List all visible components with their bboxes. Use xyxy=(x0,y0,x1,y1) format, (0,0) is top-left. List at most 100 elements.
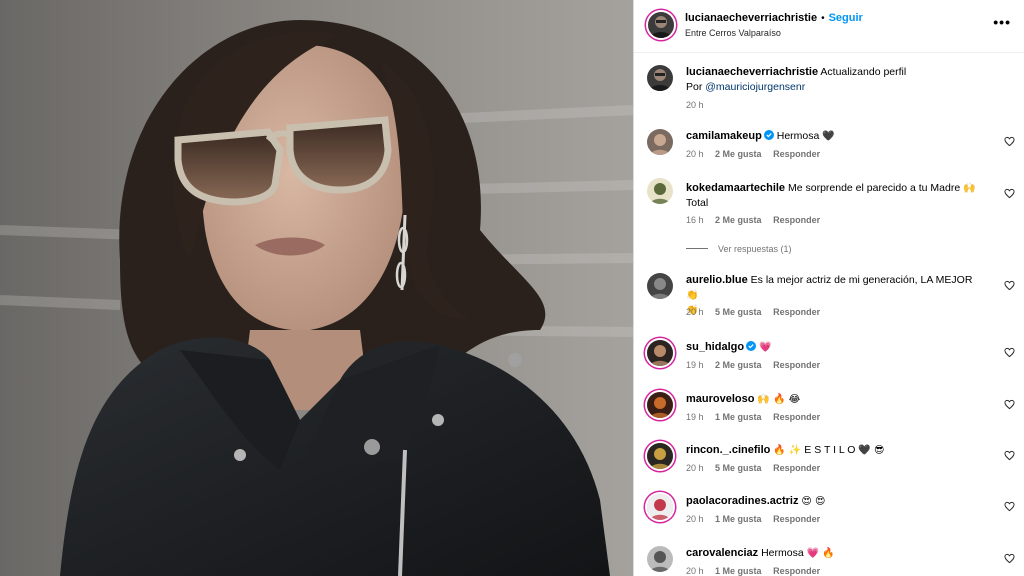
separator-dot: • xyxy=(821,13,825,24)
comment-text: Hermosa xyxy=(776,130,820,142)
comment-likes[interactable]: 1 Me gusta xyxy=(715,566,762,576)
follow-button[interactable]: Seguir xyxy=(829,12,863,24)
commenter-avatar[interactable] xyxy=(647,443,673,469)
like-heart-icon[interactable] xyxy=(1004,553,1015,564)
comment-likes[interactable]: 1 Me gusta xyxy=(715,514,762,524)
like-heart-icon[interactable] xyxy=(1004,188,1015,199)
comment-likes[interactable]: 5 Me gusta xyxy=(715,307,762,317)
caption-text-block: lucianaecheverriachristie Actualizando p… xyxy=(686,65,986,95)
like-heart-icon[interactable] xyxy=(1004,347,1015,358)
commenter-username[interactable]: paolacoradines.actriz xyxy=(686,495,799,507)
reply-button[interactable]: Responder xyxy=(773,412,820,422)
commenter-avatar[interactable] xyxy=(647,546,673,572)
like-heart-icon[interactable] xyxy=(1004,501,1015,512)
location-link[interactable]: Entre Cerros Valparaíso xyxy=(685,28,781,38)
commenter-avatar[interactable] xyxy=(647,340,673,366)
view-replies-label[interactable]: Ver respuestas (1) xyxy=(718,244,792,254)
comment-meta: 20 h 5 Me gusta Responder xyxy=(686,307,829,317)
reply-button[interactable]: Responder xyxy=(773,566,820,576)
verified-badge-icon xyxy=(746,341,757,351)
commenter-avatar[interactable] xyxy=(647,129,673,155)
comment-likes[interactable]: 2 Me gusta xyxy=(715,360,762,370)
commenter-username[interactable]: camilamakeup xyxy=(686,130,762,142)
caption-author-avatar[interactable] xyxy=(647,65,673,91)
comment-meta: 20 h 5 Me gusta Responder xyxy=(686,463,829,473)
replies-divider xyxy=(686,248,708,249)
comment-meta: 19 h 2 Me gusta Responder xyxy=(686,360,829,370)
reply-button[interactable]: Responder xyxy=(773,149,820,159)
like-heart-icon[interactable] xyxy=(1004,280,1015,291)
reply-button[interactable]: Responder xyxy=(773,360,820,370)
comment-meta: 16 h 2 Me gusta Responder xyxy=(686,215,829,225)
view-replies-button[interactable]: Ver respuestas (1) xyxy=(686,244,792,254)
commenter-avatar[interactable] xyxy=(647,494,673,520)
comment-time[interactable]: 19 h xyxy=(686,360,704,370)
post-photo[interactable] xyxy=(0,0,633,576)
commenter-username[interactable]: rincon._.cinefilo xyxy=(686,444,770,456)
commenter-username[interactable]: mauroveloso xyxy=(686,393,754,405)
comment-text-line2: Total xyxy=(686,197,709,209)
header-user-line: lucianaecheverriachristie • Seguir xyxy=(685,12,863,24)
comment-time[interactable]: 20 h xyxy=(686,566,704,576)
like-heart-icon[interactable] xyxy=(1004,450,1015,461)
comment-likes[interactable]: 5 Me gusta xyxy=(715,463,762,473)
more-options-icon[interactable]: ••• xyxy=(993,14,1011,30)
caption-text: Actualizando perfil xyxy=(820,66,907,78)
caption-username[interactable]: lucianaecheverriachristie xyxy=(686,66,818,78)
comment-emoji: 💗 🔥 xyxy=(806,548,835,559)
caption-meta: 20 h xyxy=(686,100,713,110)
comment-time[interactable]: 20 h xyxy=(686,149,704,159)
comment-meta: 19 h 1 Me gusta Responder xyxy=(686,412,829,422)
comment-emoji: 👏 xyxy=(686,290,699,301)
reply-button[interactable]: Responder xyxy=(773,307,820,317)
commenter-avatar[interactable] xyxy=(647,273,673,299)
comment-emoji: 🙌 xyxy=(963,183,976,194)
comment-emoji: 😍 😍 xyxy=(801,496,826,507)
comment-text-block: paolacoradines.actriz 😍 😍 xyxy=(686,494,986,509)
commenter-username[interactable]: aurelio.blue xyxy=(686,274,748,286)
author-username[interactable]: lucianaecheverriachristie xyxy=(685,12,817,24)
post-photo-illustration xyxy=(0,0,633,576)
comment-text-block: su_hidalgo 💗 xyxy=(686,340,986,355)
commenter-username[interactable]: kokedamaartechile xyxy=(686,182,785,194)
comment-text: Hermosa xyxy=(761,547,804,559)
comment-text-block: mauroveloso 🙌 🔥 😂 xyxy=(686,392,986,407)
comment-meta: 20 h 2 Me gusta Responder xyxy=(686,149,829,159)
comment-time[interactable]: 16 h xyxy=(686,215,704,225)
verified-badge-icon xyxy=(763,130,774,140)
commenter-avatar[interactable] xyxy=(647,178,673,204)
reply-button[interactable]: Responder xyxy=(773,463,820,473)
comment-text-block: rincon._.cinefilo 🔥 ✨ E S T I L O 🖤 😎 xyxy=(686,443,986,458)
comment-text-block: kokedamaartechile Me sorprende el pareci… xyxy=(686,181,986,211)
comment-text-block: camilamakeup Hermosa 🖤 xyxy=(686,129,986,144)
comment-time[interactable]: 20 h xyxy=(686,307,704,317)
reply-button[interactable]: Responder xyxy=(773,215,820,225)
reply-button[interactable]: Responder xyxy=(773,514,820,524)
like-heart-icon[interactable] xyxy=(1004,136,1015,147)
caption-time[interactable]: 20 h xyxy=(686,100,704,110)
comment-emoji-prefix: 🔥 ✨ xyxy=(773,445,802,456)
comment-time[interactable]: 20 h xyxy=(686,463,704,473)
commenter-username[interactable]: carovalenciaz xyxy=(686,547,758,559)
comment-emoji: 🙌 🔥 😂 xyxy=(757,394,801,405)
comment-text: E S T I L O xyxy=(804,444,856,456)
comment-likes[interactable]: 2 Me gusta xyxy=(715,215,762,225)
comment-likes[interactable]: 2 Me gusta xyxy=(715,149,762,159)
comment-text: Me sorprende el parecido a tu Madre xyxy=(787,182,961,194)
comment-meta: 20 h 1 Me gusta Responder xyxy=(686,514,829,524)
author-avatar[interactable] xyxy=(648,12,674,38)
comment-text: Es la mejor actriz de mi generación, LA … xyxy=(750,274,973,286)
comment-emoji: 🖤 😎 xyxy=(858,445,885,456)
comment-time[interactable]: 20 h xyxy=(686,514,704,524)
comment-emoji: 💗 xyxy=(758,342,772,353)
commenter-avatar[interactable] xyxy=(647,392,673,418)
caption-mention-link[interactable]: @mauriciojurgensenr xyxy=(705,81,805,93)
comments-panel: lucianaecheverriachristie • Seguir Entre C… xyxy=(633,0,1024,576)
comment-emoji: 🖤 xyxy=(822,131,835,142)
like-heart-icon[interactable] xyxy=(1004,399,1015,410)
comment-text-block: carovalenciaz Hermosa 💗 🔥 xyxy=(686,546,986,561)
comment-likes[interactable]: 1 Me gusta xyxy=(715,412,762,422)
comment-meta: 20 h 1 Me gusta Responder xyxy=(686,566,829,576)
commenter-username[interactable]: su_hidalgo xyxy=(686,341,744,353)
comment-time[interactable]: 19 h xyxy=(686,412,704,422)
